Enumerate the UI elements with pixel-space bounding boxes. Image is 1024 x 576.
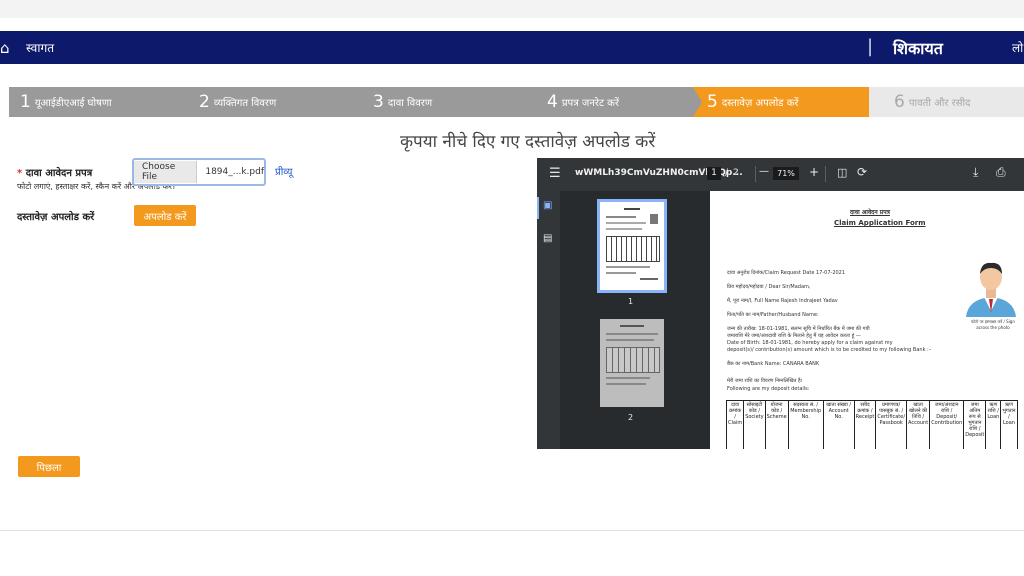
step-label: व्यक्तिगत विवरण bbox=[213, 98, 277, 109]
table-header-cell: खाता खोलने की तिथि / Account bbox=[905, 400, 931, 449]
doc-request-date: दावा अनुरोध दिनांक/Claim Request Date 17… bbox=[727, 270, 846, 276]
step-number: 2 bbox=[199, 92, 210, 112]
zoom-level[interactable]: 71% bbox=[773, 167, 799, 180]
doc-dob-hindi-2: जमाराशि मेरे जमा/अंशदायी राशि के मिलाने … bbox=[727, 333, 861, 339]
pdf-page-area[interactable]: दावा आवेदन प्रपत्र Claim Application For… bbox=[710, 191, 1024, 449]
download-icon[interactable]: ⤓ bbox=[973, 165, 978, 180]
back-button[interactable]: पिछला bbox=[18, 456, 80, 477]
step-label: प्रपत्र जनरेट करें bbox=[561, 98, 619, 109]
page-number-input[interactable]: 1 bbox=[707, 167, 721, 180]
menu-icon[interactable]: ☰ bbox=[549, 166, 561, 181]
side-rail-active-indicator bbox=[537, 197, 539, 219]
step-label: पावती और रसीद bbox=[908, 98, 971, 109]
pdf-toolbar: ☰ wWMLh39CmVuZHN0cmVhbQp... 1 / 2 — 71% … bbox=[537, 158, 1024, 191]
zoom-in-icon[interactable]: + bbox=[809, 165, 819, 179]
doc-dob-english-2: deposit(s)/ contribution(s) amount which… bbox=[727, 347, 932, 353]
step-1: 1 यूआईडीएआई घोषणा bbox=[20, 87, 112, 117]
page-thumbnail-1[interactable] bbox=[597, 199, 667, 293]
applicant-photo bbox=[962, 259, 1020, 317]
doc-title-english: Claim Application Form bbox=[834, 219, 926, 227]
thumbnail-panel: 1 2 bbox=[560, 191, 710, 449]
claim-label-text: दावा आवेदन प्रपत्र bbox=[25, 168, 93, 179]
preview-link[interactable]: प्रीव्यू bbox=[275, 164, 293, 178]
toolbar-divider bbox=[755, 166, 756, 182]
viewer-side-rail: ▣ ▤ bbox=[537, 191, 560, 449]
selected-file-name: 1894_...k.pdf bbox=[205, 167, 264, 177]
upload-heading: कृपया नीचे दिए गए दस्तावेज़ अपलोड करें bbox=[400, 132, 656, 152]
step-2: 2 व्यक्तिगत विवरण bbox=[199, 87, 276, 117]
thumbnail-2-number: 2 bbox=[628, 413, 634, 422]
table-header-cell: प्रमाणपत्र/पासबुक सं. / Certificate/ Pas… bbox=[875, 400, 907, 449]
doc-salutation: प्रिय महोदय/महोदया / Dear Sir/Madam, bbox=[727, 284, 811, 290]
footer-divider bbox=[0, 530, 1024, 531]
claim-form-label: * दावा आवेदन प्रपत्र bbox=[17, 165, 92, 179]
table-header-cell: खाता संख्या / Account No. bbox=[822, 400, 855, 449]
welcome-text: स्वागत bbox=[26, 41, 55, 55]
choose-file-button[interactable]: Choose File bbox=[134, 161, 198, 183]
upload-button[interactable]: अपलोड करें bbox=[134, 205, 196, 226]
step-label: दस्तावेज़ अपलोड करें bbox=[721, 98, 799, 109]
deposit-table: दावा क्रमांक / Claim सोसाइटी कोड / Socie… bbox=[725, 400, 1018, 449]
nav-separator: | bbox=[867, 36, 874, 57]
step-6: 6 पावती और रसीद bbox=[869, 87, 1024, 117]
thumbnail-1-number: 1 bbox=[628, 297, 634, 306]
doc-father-name: पिता/पति का नाम/Father/Husband Name: bbox=[727, 312, 819, 318]
document-upload-label: दस्तावेज़ अपलोड करें bbox=[17, 212, 95, 223]
required-mark: * bbox=[17, 168, 23, 179]
step-number: 5 bbox=[707, 92, 718, 112]
top-strip bbox=[0, 0, 1024, 18]
photo-caption: फोटो पर हस्ताक्षर करें / Sign across the… bbox=[971, 319, 1015, 330]
doc-dob-hindi: जन्म की तारीख: 18-01-1981, सलग्न सूचि मे… bbox=[727, 326, 870, 332]
table-header-cell: सदस्यता सं. / Membership No. bbox=[787, 400, 824, 449]
outline-icon[interactable]: ▤ bbox=[543, 233, 552, 244]
step-label: दावा विवरण bbox=[387, 98, 433, 109]
step-number: 6 bbox=[894, 92, 905, 112]
page-title: शिकायत bbox=[893, 39, 943, 58]
step-5-active: 5 दस्तावेज़ अपलोड करें bbox=[693, 87, 883, 117]
doc-title-hindi: दावा आवेदन प्रपत्र bbox=[850, 209, 890, 216]
top-navbar: ⌂ स्वागत | शिकायत लो bbox=[0, 31, 1024, 64]
page-separator: / bbox=[725, 168, 729, 178]
home-icon[interactable]: ⌂ bbox=[0, 39, 10, 57]
page-thumbnail-2[interactable] bbox=[600, 319, 664, 407]
table-header-cell: जमा/अंशदान राशि / Deposit/ Contribution bbox=[929, 400, 965, 449]
table-header-cell: जमा अंतिम रूप से भुगतान राशि / Deposit bbox=[963, 400, 987, 449]
page-total: 2 bbox=[733, 168, 739, 178]
step-4: 4 प्रपत्र जनरेट करें bbox=[547, 87, 619, 117]
table-row: दावा क्रमांक / Claim सोसाइटी कोड / Socie… bbox=[725, 400, 1018, 449]
table-header-cell: ऋण भुगतान / Loan bbox=[1000, 400, 1018, 449]
doc-deposit-english: Following are my deposit details: bbox=[727, 386, 810, 392]
table-header-cell: ऋण राशि / Loan bbox=[985, 400, 1002, 449]
nav-cut-text[interactable]: लो bbox=[1012, 39, 1023, 56]
rotate-icon[interactable]: ⟳ bbox=[857, 165, 867, 179]
table-header-cell: रसीद क्रमांक / Receipt bbox=[853, 400, 877, 449]
step-label: यूआईडीएआई घोषणा bbox=[34, 98, 112, 109]
table-header-cell: दावा क्रमांक / Claim bbox=[725, 400, 745, 449]
file-input[interactable]: Choose File 1894_...k.pdf bbox=[132, 158, 266, 186]
toolbar-divider bbox=[825, 166, 826, 182]
doc-bank-name: बैंक का नाम/Bank Name: CANARA BANK bbox=[727, 361, 820, 367]
fit-page-icon[interactable]: ◫ bbox=[837, 166, 847, 179]
step-number: 3 bbox=[373, 92, 384, 112]
thumbnails-icon[interactable]: ▣ bbox=[543, 200, 552, 211]
doc-deposit-hindi: मेरी जमा राशि का विवरण निम्नलिखित है। bbox=[727, 378, 803, 384]
doc-full-name: मैं, पूरा नाम/I, Full Name Rajesh Indraj… bbox=[727, 298, 838, 304]
pdf-viewer[interactable]: ☰ wWMLh39CmVuZHN0cmVhbQp... 1 / 2 — 71% … bbox=[537, 158, 1024, 449]
step-number: 4 bbox=[547, 92, 558, 112]
print-icon[interactable]: ⎙ bbox=[996, 165, 1006, 180]
table-header-cell: सोसाइटी कोड / Society bbox=[743, 400, 766, 449]
step-3: 3 दावा विवरण bbox=[373, 87, 432, 117]
table-header-cell: योजना कोड / Scheme bbox=[764, 400, 789, 449]
pdf-page: दावा आवेदन प्रपत्र Claim Application For… bbox=[710, 191, 1024, 449]
step-number: 1 bbox=[20, 92, 31, 112]
progress-steps: 1 यूआईडीएआई घोषणा 2 व्यक्तिगत विवरण 3 दा… bbox=[9, 87, 1024, 117]
doc-dob-english: Date of Birth: 18-01-1981, do hereby app… bbox=[727, 340, 893, 346]
zoom-out-icon[interactable]: — bbox=[759, 166, 769, 177]
